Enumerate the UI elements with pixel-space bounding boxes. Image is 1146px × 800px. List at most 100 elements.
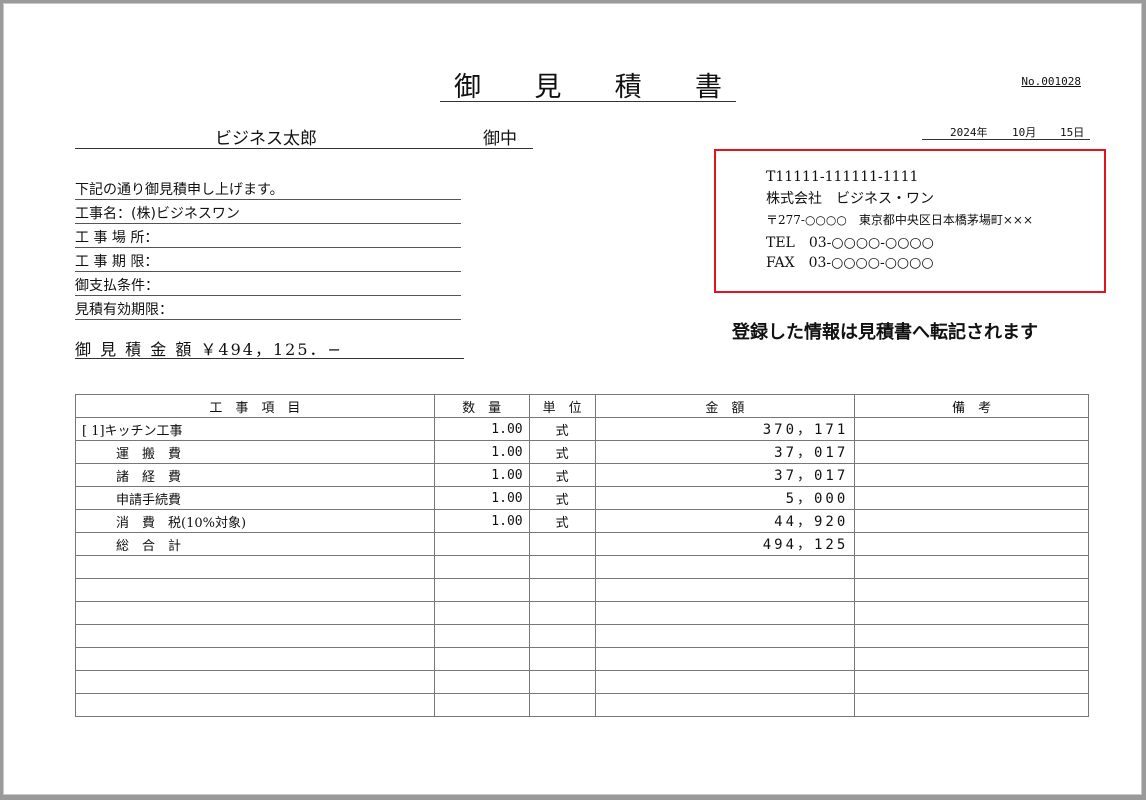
cell-note	[854, 578, 1089, 602]
cell-item	[75, 624, 435, 648]
date-month: 10月	[1012, 126, 1037, 139]
table-row: 消 費 税(10%対象) 1.00 式 44，920	[75, 509, 1089, 533]
cell-unit	[528, 670, 596, 694]
date-year: 2024年	[950, 126, 988, 139]
cell-qty: 1.00	[433, 417, 530, 441]
cell-amount	[594, 578, 856, 602]
header-qty: 数 量	[433, 394, 530, 418]
cell-unit	[528, 647, 596, 671]
cell-item	[75, 601, 435, 625]
field-validity: 見積有効期限：	[75, 296, 461, 320]
cell-unit	[528, 578, 596, 602]
table-row	[75, 670, 1089, 694]
cell-amount	[594, 647, 856, 671]
cell-amount	[594, 624, 856, 648]
cell-amount	[594, 693, 856, 717]
cell-note	[854, 624, 1089, 648]
header-amount: 金 額	[594, 394, 856, 418]
cell-qty	[433, 555, 530, 579]
intro-text: 下記の通り御見積申し上げます。	[75, 176, 461, 200]
cell-note	[854, 693, 1089, 717]
cell-amount: 37，017	[594, 463, 856, 487]
cell-note	[854, 417, 1089, 441]
cell-unit: 式	[528, 440, 596, 464]
field-site: 工 事 場 所：	[75, 224, 461, 248]
cell-item	[75, 555, 435, 579]
header-note: 備 考	[854, 394, 1089, 418]
company-reg-no: T11111-111111-1111	[766, 169, 919, 185]
cell-qty: 1.00	[433, 463, 530, 487]
table-row: 諸 経 費 1.00 式 37，017	[75, 463, 1089, 487]
cell-unit: 式	[528, 417, 596, 441]
cell-item	[75, 578, 435, 602]
field-project-name: 工事名：(株)ビジネスワン	[75, 200, 461, 224]
cell-note	[854, 532, 1089, 556]
company-fax: FAX 03-○○○○-○○○○	[766, 255, 934, 271]
cell-amount	[594, 555, 856, 579]
cell-qty	[433, 578, 530, 602]
table-row: [ 1]キッチン工事 1.00 式 370，171	[75, 417, 1089, 441]
table-row	[75, 555, 1089, 579]
cell-item	[75, 693, 435, 717]
table-header-row: 工 事 項 目 数 量 単 位 金 額 備 考	[75, 394, 1089, 418]
cell-item: 申請手続費	[75, 486, 435, 510]
cell-item: 消 費 税(10%対象)	[75, 509, 435, 533]
table-row	[75, 578, 1089, 602]
field-deadline: 工 事 期 限：	[75, 248, 461, 272]
cell-item: 諸 経 費	[75, 463, 435, 487]
company-name: 株式会社 ビジネス・ワン	[766, 191, 934, 207]
cell-unit	[528, 532, 596, 556]
cell-item	[75, 670, 435, 694]
cell-qty: 1.00	[433, 440, 530, 464]
cell-item: 総 合 計	[75, 532, 435, 556]
table-row	[75, 647, 1089, 671]
header-unit: 単 位	[528, 394, 596, 418]
cell-amount	[594, 670, 856, 694]
issue-date: 2024年 10月 15日	[922, 122, 1090, 140]
addressee: ビジネス太郎 御中	[75, 124, 533, 149]
cell-qty	[433, 670, 530, 694]
cell-qty	[433, 532, 530, 556]
cell-unit: 式	[528, 463, 596, 487]
cell-amount: 370，171	[594, 417, 856, 441]
cell-qty: 1.00	[433, 486, 530, 510]
cell-amount: 37，017	[594, 440, 856, 464]
cell-unit: 式	[528, 486, 596, 510]
company-info-box: T11111-111111-1111 株式会社 ビジネス・ワン 〒277-○○○…	[714, 149, 1106, 293]
cell-note	[854, 509, 1089, 533]
cell-note	[854, 440, 1089, 464]
table-row	[75, 693, 1089, 717]
company-tel: TEL 03-○○○○-○○○○	[766, 235, 934, 251]
title-char: 御	[454, 72, 481, 103]
cell-qty: 1.00	[433, 509, 530, 533]
table-row	[75, 601, 1089, 625]
cell-item: [ 1]キッチン工事	[75, 417, 435, 441]
addressee-name: ビジネス太郎	[215, 129, 317, 149]
cell-note	[854, 670, 1089, 694]
addressee-honorific: 御中	[483, 129, 517, 149]
title-char: 書	[694, 72, 722, 103]
header-item: 工 事 項 目	[75, 394, 435, 418]
cell-amount	[594, 601, 856, 625]
document-number: No.001028	[1021, 75, 1081, 88]
estimate-items-table: 工 事 項 目 数 量 単 位 金 額 備 考 [ 1]キッチン工事 1.00 式 3…	[75, 394, 1089, 717]
cell-note	[854, 555, 1089, 579]
title-char: 見	[534, 72, 562, 103]
cell-item: 運 搬 費	[75, 440, 435, 464]
cell-amount: 44，920	[594, 509, 856, 533]
cell-qty	[433, 601, 530, 625]
field-payment-terms: 御支払条件：	[75, 272, 461, 296]
title-char: 積	[614, 72, 642, 103]
cell-note	[854, 486, 1089, 510]
date-day: 15日	[1060, 126, 1085, 139]
company-address: 〒277-○○○○ 東京都中央区日本橋茅場町×××	[766, 213, 1034, 227]
cell-note	[854, 601, 1089, 625]
table-row: 総 合 計 494，125	[75, 532, 1089, 556]
cell-unit	[528, 601, 596, 625]
cell-note	[854, 647, 1089, 671]
cell-qty	[433, 624, 530, 648]
table-row	[75, 624, 1089, 648]
cell-qty	[433, 647, 530, 671]
table-row: 申請手続費 1.00 式 5，000	[75, 486, 1089, 510]
table-row: 運 搬 費 1.00 式 37，017	[75, 440, 1089, 464]
